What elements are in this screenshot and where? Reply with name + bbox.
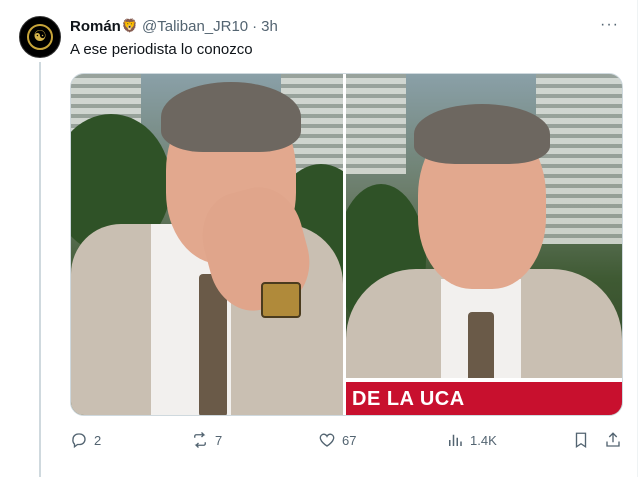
thread-line bbox=[39, 62, 41, 477]
action-bar: 2 7 67 1.4K bbox=[70, 428, 623, 452]
bookmark-icon bbox=[575, 432, 587, 449]
like-button[interactable]: 67 bbox=[318, 428, 356, 452]
news-ticker: DE LA UCA bbox=[346, 382, 622, 415]
wristwatch bbox=[261, 282, 301, 318]
tweet-header: Román 🦁 @Taliban_JR10 · 3h bbox=[70, 16, 278, 36]
views-count: 1.4K bbox=[470, 432, 497, 448]
photo-right[interactable]: DE LA UCA bbox=[346, 74, 622, 415]
tweet-text: A ese periodista lo conozco bbox=[70, 41, 253, 58]
repost-count: 7 bbox=[215, 432, 223, 448]
author-name[interactable]: Román bbox=[70, 18, 121, 35]
dragon-emblem-icon: ☯ bbox=[33, 27, 47, 45]
views-chart-icon bbox=[449, 434, 462, 446]
hair bbox=[161, 82, 301, 152]
reply-button[interactable]: 2 bbox=[70, 428, 101, 452]
timestamp[interactable]: 3h bbox=[261, 18, 278, 35]
avatar[interactable]: ☯ bbox=[19, 16, 61, 58]
like-count: 67 bbox=[342, 432, 357, 448]
separator-dot: · bbox=[252, 17, 258, 35]
author-handle[interactable]: @Taliban_JR10 bbox=[142, 18, 248, 35]
share-icon bbox=[606, 432, 620, 447]
lion-emoji-icon: 🦁 bbox=[121, 18, 139, 33]
photo-left[interactable] bbox=[71, 74, 343, 415]
reply-count: 2 bbox=[94, 432, 102, 448]
background-building bbox=[346, 74, 406, 174]
tweet-card[interactable]: ☯ Román 🦁 @Taliban_JR10 · 3h ··· A ese p… bbox=[0, 0, 638, 477]
repost-icon bbox=[194, 432, 206, 448]
hair bbox=[414, 104, 550, 164]
repost-button[interactable]: 7 bbox=[191, 428, 222, 452]
more-options-icon[interactable]: ··· bbox=[600, 16, 619, 34]
heart-icon bbox=[319, 433, 335, 447]
tweet-media[interactable]: DE LA UCA bbox=[70, 73, 623, 416]
share-button[interactable] bbox=[604, 428, 622, 452]
bookmark-button[interactable] bbox=[572, 428, 590, 452]
views-button[interactable]: 1.4K bbox=[446, 428, 497, 452]
background-building bbox=[536, 74, 622, 244]
reply-icon bbox=[72, 433, 86, 449]
